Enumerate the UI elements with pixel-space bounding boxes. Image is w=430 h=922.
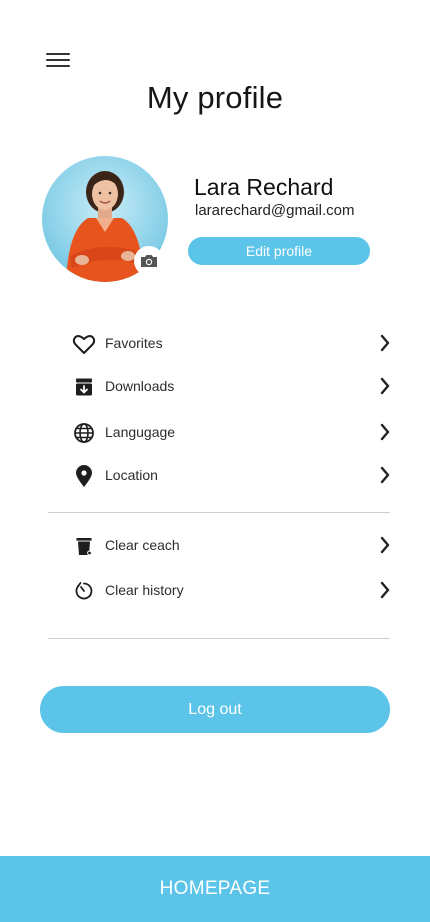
download-box-icon [72,375,96,399]
homepage-nav-button[interactable]: HOMEPAGE [0,856,430,922]
menu-item-label: Downloads [105,378,175,394]
section-divider [48,512,390,513]
location-pin-icon [72,464,96,488]
camera-button[interactable] [134,246,164,276]
chevron-right-icon [380,377,390,395]
logout-button[interactable]: Log out [40,686,390,733]
menu-item-clear-history[interactable]: Clear history [72,577,392,605]
user-name: Lara Rechard [194,174,334,200]
menu-item-label: Clear ceach [105,537,180,553]
hamburger-menu-icon[interactable] [46,52,72,70]
menu-item-language[interactable]: Langugage [72,419,392,447]
globe-icon [72,421,96,445]
chevron-right-icon [380,466,390,484]
menu-item-label: Favorites [105,335,163,351]
trash-icon [72,534,96,558]
avatar-container [42,156,168,282]
edit-profile-button[interactable]: Edit profile [188,237,370,265]
heart-icon [72,332,96,356]
chevron-right-icon [380,581,390,599]
section-divider [48,638,390,639]
menu-item-downloads[interactable]: Downloads [72,373,392,401]
menu-item-location[interactable]: Location [72,462,392,490]
chevron-right-icon [380,536,390,554]
user-email: lararechard@gmail.com [195,202,355,219]
page-title: My profile [146,80,284,115]
chevron-right-icon [380,423,390,441]
camera-icon [141,255,157,267]
menu-item-label: Location [105,467,158,483]
history-timer-icon [72,579,96,603]
menu-item-label: Langugage [105,424,176,440]
menu-item-clear-cache[interactable]: Clear ceach [72,532,392,560]
menu-item-favorites[interactable]: Favorites [72,330,392,358]
chevron-right-icon [380,334,390,352]
profile-screen: My profile Lara Rechard lararechard@gmai… [0,0,430,922]
menu-item-label: Clear history [105,582,184,598]
